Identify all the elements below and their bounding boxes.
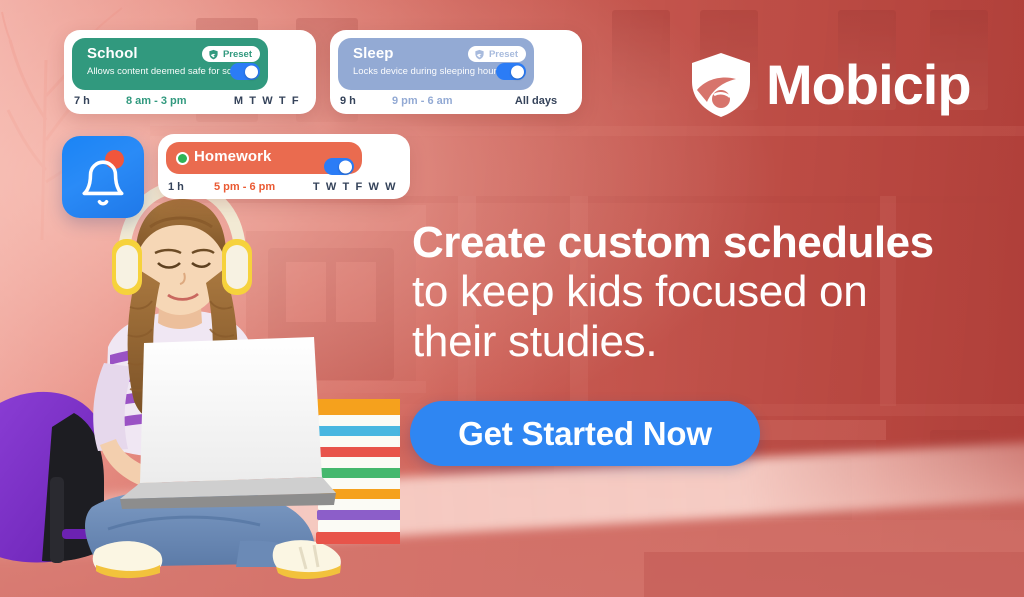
schedule-duration: 9 h xyxy=(340,95,356,107)
schedule-toggle[interactable] xyxy=(496,63,526,80)
schedule-subtitle: Allows content deemed safe for school xyxy=(87,66,250,77)
preset-badge[interactable]: Preset xyxy=(201,46,260,62)
schedule-time-range: 9 pm - 6 am xyxy=(392,95,453,107)
shield-icon xyxy=(209,49,218,59)
schedule-toggle[interactable] xyxy=(324,158,354,175)
brand-name: Mobicip xyxy=(766,53,972,116)
schedule-time-range: 5 pm - 6 pm xyxy=(214,181,276,193)
shield-icon xyxy=(475,49,484,59)
schedule-card-sleep-body: Sleep Locks device during sleeping hours… xyxy=(338,38,534,90)
headline-line-3: their studies. xyxy=(412,316,658,366)
laptop xyxy=(120,337,336,509)
schedule-title: Homework xyxy=(194,148,272,165)
toggle-knob xyxy=(511,65,524,78)
toggle-knob xyxy=(339,160,352,173)
brand-logo: Mobicip xyxy=(690,52,972,118)
get-started-button[interactable]: Get Started Now xyxy=(410,401,760,466)
shield-swoosh-icon xyxy=(692,53,750,117)
preset-label: Preset xyxy=(222,48,252,60)
background-corner-panel xyxy=(644,552,1024,597)
active-dot-icon xyxy=(178,154,187,163)
schedule-duration: 1 h xyxy=(168,181,184,193)
girl-with-laptop-photo xyxy=(0,180,400,579)
schedule-days: All days xyxy=(514,95,558,107)
headline: Create custom schedules to keep kids foc… xyxy=(412,218,1012,366)
schedule-footer: 9 h 9 pm - 6 am All days xyxy=(330,93,582,109)
preset-badge[interactable]: Preset xyxy=(467,46,526,62)
schedule-duration: 7 h xyxy=(74,95,90,107)
schedule-footer: 1 h 5 pm - 6 pm T W T F W W xyxy=(158,179,410,195)
schedule-card-homework-body: Homework xyxy=(166,142,362,175)
schedule-card-sleep[interactable]: Sleep Locks device during sleeping hours… xyxy=(330,30,582,114)
toggle-knob xyxy=(245,65,258,78)
promo-banner: School Allows content deemed safe for sc… xyxy=(0,0,1024,597)
preset-label: Preset xyxy=(488,48,518,60)
schedule-subtitle: Locks device during sleeping hours xyxy=(353,66,502,77)
schedule-days: T W T F W W xyxy=(312,181,398,193)
schedule-toggle[interactable] xyxy=(230,63,260,80)
bell-icon xyxy=(82,160,124,206)
schedule-time-range: 8 am - 3 pm xyxy=(126,95,187,107)
notification-tile[interactable] xyxy=(62,136,144,218)
schedule-card-homework[interactable]: Homework 1 h 5 pm - 6 pm T W T F W W xyxy=(158,134,410,199)
schedule-title: School xyxy=(87,45,138,62)
schedule-card-school[interactable]: School Allows content deemed safe for sc… xyxy=(64,30,316,114)
schedule-title: Sleep xyxy=(353,45,394,62)
schedule-footer: 7 h 8 am - 3 pm M T W T F xyxy=(64,93,316,109)
headline-line-2: to keep kids focused on xyxy=(412,267,868,317)
book-stack xyxy=(316,399,400,544)
schedule-days: M T W T F xyxy=(233,95,301,107)
headline-line-1: Create custom schedules xyxy=(412,218,934,267)
schedule-card-school-body: School Allows content deemed safe for sc… xyxy=(72,38,268,90)
